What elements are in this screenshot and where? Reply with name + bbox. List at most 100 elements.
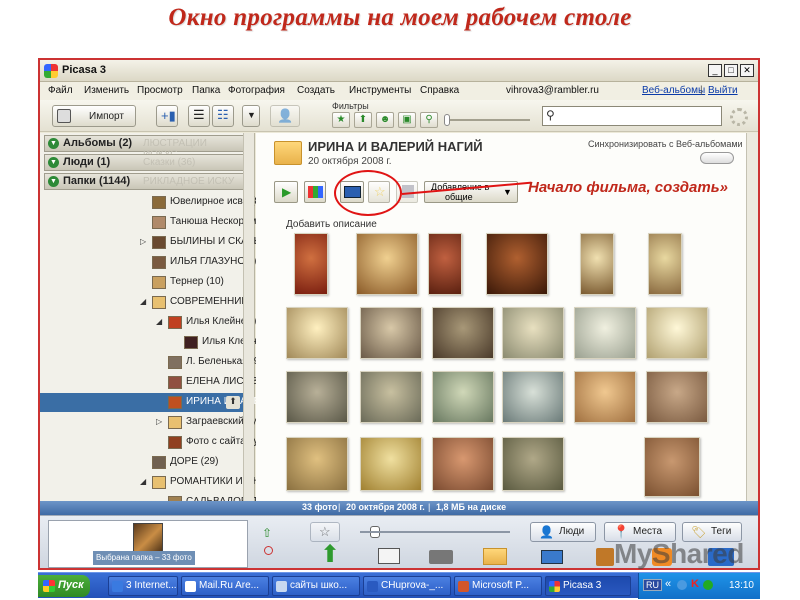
taskbar-chuprova[interactable]: CHuprova-_... (363, 576, 451, 596)
folder-item[interactable]: ◢ Илья Клейнер (60) (40, 313, 272, 332)
menu-help[interactable]: Справка (420, 85, 459, 96)
folder-item[interactable]: ◢ СОВРЕМЕННИКИ (257) (40, 293, 281, 312)
expand-arrow-icon[interactable]: ◢ (156, 317, 162, 326)
photo-thumbnail[interactable] (294, 233, 328, 295)
album-scrollbar[interactable] (746, 133, 758, 513)
folder-item[interactable]: Тернер (10) (40, 273, 254, 292)
photo-thumbnail[interactable] (428, 233, 462, 295)
collage-button[interactable] (304, 181, 326, 203)
network-icon[interactable] (677, 580, 687, 590)
taskbar-picasa[interactable]: Picasa 3 (545, 576, 631, 596)
folder-item[interactable]: Илья Клейнер ... (40, 333, 279, 352)
photo-tray[interactable]: Выбрана папка – 33 фото (48, 520, 248, 568)
category-people[interactable]: ▼ Люди (1) Сказки (36) (44, 154, 244, 171)
filter-geotag-button[interactable]: ⚲ (420, 112, 438, 128)
folder-item[interactable]: ЕЛЕНА ЛИСОВСК... (40, 373, 279, 392)
menu-folder[interactable]: Папка (192, 85, 220, 96)
chevron-left-icon[interactable]: « (665, 578, 671, 590)
hold-icon[interactable]: ⇧ (262, 526, 274, 540)
expand-arrow-icon[interactable]: ◢ (140, 297, 146, 306)
photo-thumbnail[interactable] (356, 233, 418, 295)
view-dropdown-button[interactable]: ▼ (242, 105, 260, 127)
list-view-button[interactable]: ☰ (188, 105, 210, 127)
photo-thumbnail[interactable] (360, 437, 422, 491)
menu-tools[interactable]: Инструменты (349, 85, 411, 96)
folder-item[interactable]: Л. Беленькая (9) (40, 353, 263, 372)
language-indicator[interactable]: RU (643, 579, 662, 591)
photo-thumbnail[interactable] (286, 307, 348, 359)
photo-thumbnail[interactable] (574, 307, 636, 359)
photo-thumbnail[interactable] (486, 233, 548, 295)
filter-slider-track[interactable] (450, 119, 530, 121)
expand-arrow-icon[interactable]: ◢ (140, 477, 146, 486)
photo-thumbnail[interactable] (432, 307, 494, 359)
menu-view[interactable]: Просмотр (137, 85, 183, 96)
photo-thumbnail[interactable] (502, 307, 564, 359)
folder-item[interactable]: Фото с сайта худ... (40, 433, 272, 452)
folder-item[interactable]: ДОРЕ (29) (40, 453, 254, 472)
antivirus-icon[interactable]: K (691, 578, 699, 590)
taskbar-powerpoint[interactable]: Microsoft P... (454, 576, 542, 596)
photo-thumbnail[interactable] (286, 437, 348, 491)
photo-thumbnail[interactable] (432, 371, 494, 423)
photo-thumbnail[interactable] (502, 371, 564, 423)
folder-item[interactable]: ▷ БЫЛИНЫ И СКАЗЫ (... (40, 233, 277, 252)
photo-thumbnail[interactable] (286, 371, 348, 423)
sync-toggle[interactable] (700, 152, 734, 164)
search-input[interactable]: ⚲ (542, 106, 722, 126)
slideshow-button[interactable]: ▶ (274, 181, 298, 203)
folder-item[interactable]: Ювелирное исво (8) (40, 193, 263, 212)
expand-arrow-icon[interactable]: ▷ (156, 417, 162, 426)
filter-uploaded-button[interactable]: ⬆ (354, 112, 372, 128)
import-button[interactable]: Импорт (52, 105, 136, 127)
folder-item[interactable]: ◢ РОМАНТИКИ И СЮР ... (40, 473, 281, 492)
filter-starred-button[interactable]: ★ (332, 112, 350, 128)
close-button[interactable]: ✕ (740, 64, 754, 77)
menu-photo[interactable]: Фотография (228, 85, 285, 96)
maximize-button[interactable]: □ (724, 64, 738, 77)
folder-item[interactable]: ИРИНА И ВАЛЕР⬆ (40, 393, 267, 412)
photo-thumbnail[interactable] (580, 233, 614, 295)
photo-thumbnail[interactable] (646, 371, 708, 423)
taskbar-sites[interactable]: сайты шко... (272, 576, 360, 596)
sidebar-scrollbar[interactable] (243, 133, 254, 513)
photo-thumbnail[interactable] (360, 371, 422, 423)
expand-arrow-icon[interactable]: ▷ (140, 237, 146, 246)
folder-item[interactable]: ИЛЬЯ ГЛАЗУНОВ (200) (40, 253, 278, 272)
clear-tray-icon[interactable] (264, 546, 273, 555)
taskbar-internet[interactable]: 3 Internet... (108, 576, 178, 596)
filter-faces-button[interactable]: ☻ (376, 112, 394, 128)
add-to-album-button[interactable]: +▮ (156, 105, 178, 127)
print-icon[interactable] (426, 542, 456, 568)
upload-icon[interactable]: ⬆ (316, 542, 346, 568)
taskbar-mailru[interactable]: Mail.Ru Are... (181, 576, 269, 596)
blog-icon[interactable] (538, 542, 568, 568)
photo-thumbnail[interactable] (360, 307, 422, 359)
upload-status-icon[interactable]: ⬆ (226, 396, 240, 409)
category-albums[interactable]: ▼ Альбомы (2) ЛЮСТРАЦИИ ИОКУС (44, 135, 244, 160)
category-folders[interactable]: ▼ Папки (1144) РИКЛАДНОЕ ИСКУ (44, 173, 244, 190)
sign-out-link[interactable]: Выйти (708, 85, 738, 96)
add-description-link[interactable]: Добавить описание (286, 219, 377, 230)
email-icon[interactable] (374, 542, 404, 568)
people-button[interactable]: 👤 Люди (530, 522, 596, 542)
messenger-icon[interactable] (703, 580, 713, 590)
menu-create[interactable]: Создать (297, 85, 335, 96)
tree-view-button[interactable]: ☷ (212, 105, 234, 127)
menu-edit[interactable]: Изменить (84, 85, 129, 96)
photo-thumbnail[interactable] (646, 307, 708, 359)
filter-video-button[interactable]: ▣ (398, 112, 416, 128)
photo-thumbnail[interactable] (644, 437, 700, 497)
folder-item[interactable]: ▷ Заграевский худ... (40, 413, 270, 432)
star-tray-button[interactable]: ☆ (310, 522, 340, 542)
photo-thumbnail[interactable] (502, 437, 564, 491)
web-albums-link[interactable]: Веб-альбомы (642, 85, 705, 96)
photo-thumbnail[interactable] (648, 233, 682, 295)
start-button[interactable]: Пуск (38, 575, 90, 597)
photo-thumbnail[interactable] (574, 371, 636, 423)
export-folder-icon[interactable] (480, 542, 510, 568)
people-upload-button[interactable]: 👤 (270, 105, 300, 127)
minimize-button[interactable]: _ (708, 64, 722, 77)
zoom-slider-track[interactable] (360, 531, 510, 533)
folder-item[interactable]: Танюша Нескоромны... (40, 213, 277, 232)
